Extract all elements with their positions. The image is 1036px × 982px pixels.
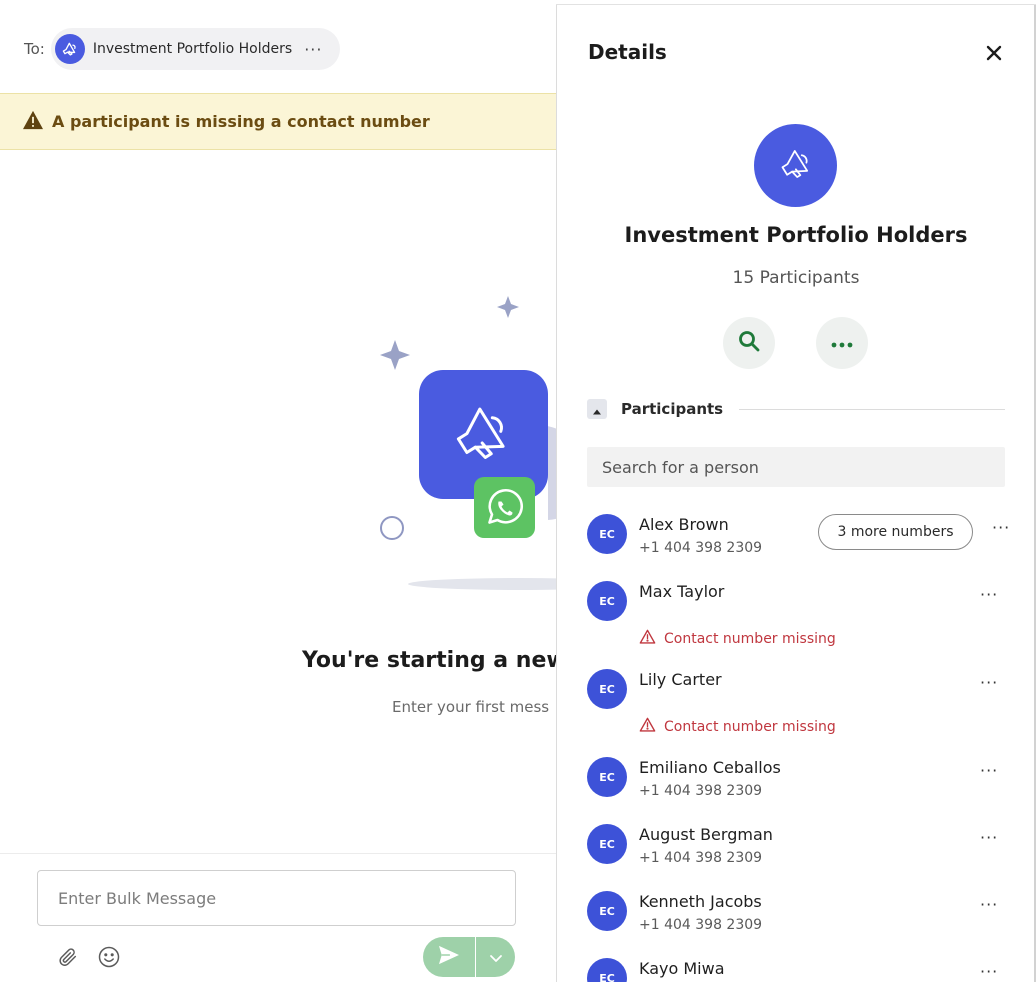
participants-section-label: Participants bbox=[621, 400, 724, 418]
participants-section-header: Participants bbox=[587, 398, 1005, 420]
search-icon bbox=[737, 329, 761, 357]
contact-missing-text: Contact number missing bbox=[664, 630, 836, 647]
participant-name: Lily Carter bbox=[639, 670, 722, 689]
emoji-icon[interactable] bbox=[96, 944, 122, 970]
participant-name: Kayo Miwa bbox=[639, 959, 725, 978]
collapse-participants-button[interactable] bbox=[587, 399, 607, 419]
megaphone-icon bbox=[774, 142, 818, 190]
participant-more-button[interactable]: ··· bbox=[992, 518, 1010, 537]
participant-name: Kenneth Jacobs bbox=[639, 892, 762, 911]
empty-state-title: You're starting a new bbox=[302, 648, 556, 673]
participant-phone: +1 404 398 2309 bbox=[639, 783, 763, 799]
avatar: EC bbox=[587, 581, 627, 621]
participant-row[interactable]: EC Kenneth Jacobs +1 404 398 2309 ··· bbox=[587, 887, 1027, 954]
chevron-down-icon bbox=[489, 948, 503, 967]
empty-state-illustration bbox=[380, 296, 556, 590]
participant-row[interactable]: EC Alex Brown +1 404 398 2309 3 more num… bbox=[587, 510, 1027, 577]
paperclip-icon[interactable] bbox=[55, 944, 81, 970]
avatar: EC bbox=[587, 757, 627, 797]
participant-row[interactable]: EC Kayo Miwa ··· bbox=[587, 954, 1027, 982]
compose-pane: To: Investment Portfolio Holders ··· A p… bbox=[0, 0, 556, 982]
to-label: To: bbox=[24, 40, 45, 58]
participant-row[interactable]: EC Emiliano Ceballos +1 404 398 2309 ··· bbox=[587, 753, 1027, 820]
more-numbers-button[interactable]: 3 more numbers bbox=[818, 514, 973, 550]
ellipsis-icon bbox=[830, 334, 854, 353]
contact-missing-text: Contact number missing bbox=[664, 718, 836, 735]
participant-row[interactable]: EC August Bergman +1 404 398 2309 ··· bbox=[587, 820, 1027, 887]
participant-count: 15 Participants bbox=[732, 268, 860, 288]
participant-more-button[interactable]: ··· bbox=[980, 585, 998, 604]
contact-missing-warning: Contact number missing bbox=[639, 629, 836, 648]
section-divider bbox=[739, 408, 1005, 410]
avatar: EC bbox=[587, 824, 627, 864]
warning-triangle-icon bbox=[639, 629, 656, 648]
details-title: Details bbox=[588, 40, 667, 64]
recipient-chip[interactable]: Investment Portfolio Holders ··· bbox=[50, 28, 341, 70]
warning-triangle-icon bbox=[22, 110, 44, 134]
participant-row[interactable]: EC Max Taylor Contact number missing ··· bbox=[587, 577, 1027, 665]
participant-phone: +1 404 398 2309 bbox=[639, 850, 763, 866]
participant-phone: +1 404 398 2309 bbox=[639, 917, 763, 933]
participant-name: Alex Brown bbox=[639, 515, 729, 534]
warning-text: A participant is missing a contact numbe… bbox=[52, 112, 430, 131]
participant-name: Max Taylor bbox=[639, 582, 725, 601]
participant-search-input[interactable] bbox=[587, 447, 1005, 487]
participant-more-button[interactable]: ··· bbox=[980, 828, 998, 847]
avatar: EC bbox=[587, 958, 627, 982]
avatar: EC bbox=[587, 514, 627, 554]
send-button-group bbox=[423, 937, 515, 977]
close-icon[interactable] bbox=[982, 41, 1006, 65]
chip-more-button[interactable]: ··· bbox=[304, 40, 322, 59]
participant-more-button[interactable]: ··· bbox=[980, 761, 998, 780]
send-options-dropdown[interactable] bbox=[475, 937, 515, 977]
participant-more-button[interactable]: ··· bbox=[980, 895, 998, 914]
more-actions-button[interactable] bbox=[816, 317, 868, 369]
warning-triangle-icon bbox=[639, 717, 656, 736]
bulk-message-input[interactable] bbox=[37, 870, 516, 926]
compose-divider bbox=[0, 853, 556, 854]
megaphone-icon bbox=[54, 34, 85, 64]
participant-phone: +1 404 398 2309 bbox=[639, 540, 763, 556]
participant-name: August Bergman bbox=[639, 825, 773, 844]
recipient-chip-label: Investment Portfolio Holders bbox=[92, 41, 293, 57]
empty-state-subtitle: Enter your first mess bbox=[392, 698, 550, 716]
contact-missing-warning: Contact number missing bbox=[639, 717, 836, 736]
participant-name: Emiliano Ceballos bbox=[639, 758, 781, 777]
group-avatar bbox=[754, 124, 837, 207]
caret-up-icon bbox=[593, 400, 601, 419]
group-name: Investment Portfolio Holders bbox=[624, 223, 968, 247]
send-button[interactable] bbox=[423, 937, 475, 977]
participant-more-button[interactable]: ··· bbox=[980, 962, 998, 981]
participant-row[interactable]: EC Lily Carter Contact number missing ··… bbox=[587, 665, 1027, 753]
avatar: EC bbox=[587, 669, 627, 709]
details-panel: Details Investment Portfolio Holders 15 … bbox=[556, 5, 1036, 982]
participant-list: EC Alex Brown +1 404 398 2309 3 more num… bbox=[587, 510, 1027, 982]
recipient-row: To: Investment Portfolio Holders ··· bbox=[24, 28, 341, 70]
send-icon bbox=[438, 945, 460, 969]
missing-contact-warning-banner: A participant is missing a contact numbe… bbox=[0, 93, 556, 150]
search-participants-button[interactable] bbox=[723, 317, 775, 369]
participant-more-button[interactable]: ··· bbox=[980, 673, 998, 692]
avatar: EC bbox=[587, 891, 627, 931]
